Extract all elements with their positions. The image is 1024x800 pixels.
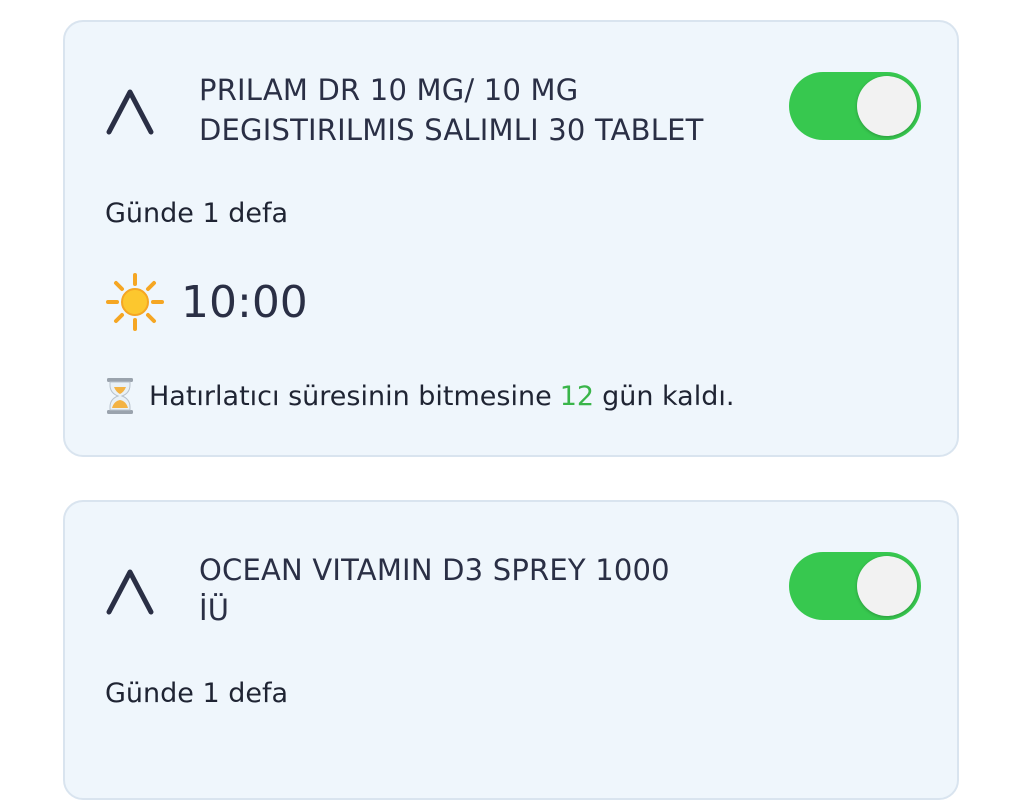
toggle-knob xyxy=(857,76,917,136)
medication-name-line2: DEGISTIRILMIS SALIMLI 30 TABLET xyxy=(199,113,704,147)
medication-name: PRILAM DR 10 MG/ 10 MG DEGISTIRILMIS SAL… xyxy=(199,70,779,150)
medication-card: PRILAM DR 10 MG/ 10 MG DEGISTIRILMIS SAL… xyxy=(63,20,959,457)
dose-time-row: 10:00 xyxy=(105,270,308,334)
reminder-toggle[interactable] xyxy=(789,72,921,140)
dose-time: 10:00 xyxy=(181,276,308,328)
remaining-days: 12 xyxy=(559,380,595,412)
reminder-prefix: Hatırlatıcı süresinin bitmesine xyxy=(149,380,552,412)
medication-name-line1: PRILAM DR 10 MG/ 10 MG xyxy=(199,73,579,107)
chevron-up-icon[interactable] xyxy=(103,84,157,138)
sun-icon xyxy=(106,273,164,331)
hourglass-icon xyxy=(107,378,133,414)
medication-name: OCEAN VITAMIN D3 SPREY 1000 İÜ xyxy=(199,550,779,630)
medication-card: OCEAN VITAMIN D3 SPREY 1000 İÜ Günde 1 d… xyxy=(63,500,959,800)
medication-name-line2: İÜ xyxy=(199,593,230,627)
medication-name-line1: OCEAN VITAMIN D3 SPREY 1000 xyxy=(199,553,670,587)
reminder-suffix: gün kaldı. xyxy=(602,380,735,412)
dosage-frequency: Günde 1 defa xyxy=(105,198,289,229)
dosage-frequency: Günde 1 defa xyxy=(105,678,289,709)
reminder-expiry: Hatırlatıcı süresinin bitmesine 12 gün k… xyxy=(105,376,734,416)
toggle-knob xyxy=(857,556,917,616)
reminder-toggle[interactable] xyxy=(789,552,921,620)
chevron-up-icon[interactable] xyxy=(103,564,157,618)
